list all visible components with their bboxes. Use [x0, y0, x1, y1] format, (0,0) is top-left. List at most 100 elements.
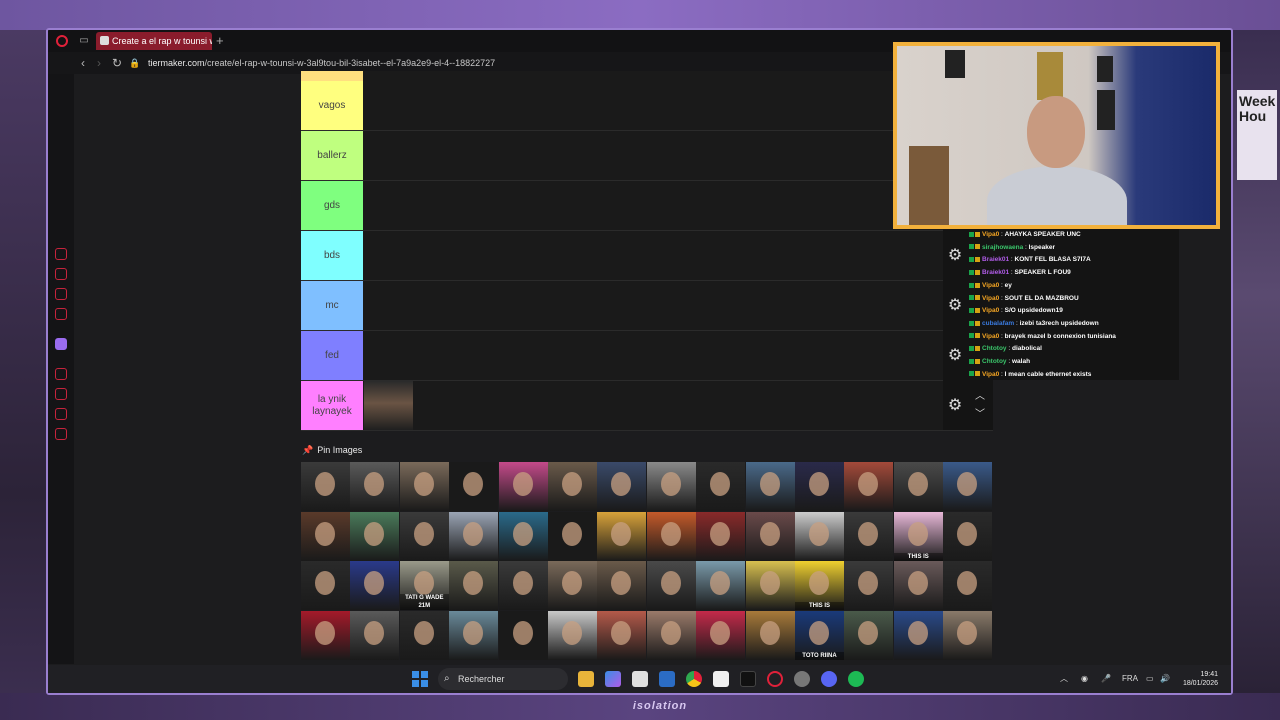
tier-label[interactable]: vagos: [301, 81, 363, 130]
tray-display-icon[interactable]: ▭: [1146, 673, 1154, 685]
copilot-icon[interactable]: [605, 671, 621, 687]
pin-image-thumbnail[interactable]: [301, 610, 350, 660]
pin-image-thumbnail[interactable]: [449, 610, 499, 660]
pin-image-thumbnail[interactable]: [597, 610, 647, 660]
pin-image-thumbnail[interactable]: [844, 610, 894, 660]
pin-image-thumbnail[interactable]: [646, 462, 696, 511]
pin-image-thumbnail[interactable]: [350, 610, 400, 660]
pin-image-thumbnail[interactable]: [745, 610, 795, 660]
chat-username[interactable]: Vipa0: [982, 282, 999, 289]
pin-image-thumbnail[interactable]: [893, 462, 943, 511]
chat-username[interactable]: Vipa0: [982, 231, 999, 238]
sidebar-crypto-icon[interactable]: [55, 268, 67, 280]
pin-image-thumbnail[interactable]: [646, 561, 696, 611]
pin-image-thumbnail[interactable]: [548, 561, 597, 611]
tier-label[interactable]: ballerz: [301, 131, 363, 180]
tab-overview-icon[interactable]: ▭: [78, 35, 90, 47]
pin-image-thumbnail[interactable]: [498, 561, 548, 611]
sidebar-twitch-icon[interactable]: [55, 338, 67, 350]
pin-image-thumbnail[interactable]: [301, 462, 350, 511]
pin-image-thumbnail[interactable]: [745, 511, 795, 561]
pin-image-thumbnail[interactable]: [597, 462, 647, 511]
outlook-icon[interactable]: [659, 671, 675, 687]
chat-username[interactable]: Chtotoy: [982, 345, 1007, 352]
tray-mic-icon[interactable]: 🎤: [1101, 673, 1111, 685]
tier-label[interactable]: la ynik laynayek: [301, 381, 363, 430]
sidebar-player-icon[interactable]: [55, 368, 67, 380]
pin-image-thumbnail[interactable]: [893, 610, 943, 660]
pin-image-thumbnail[interactable]: [795, 511, 844, 561]
pin-image-thumbnail[interactable]: [646, 610, 696, 660]
pin-image-thumbnail[interactable]: [301, 561, 350, 611]
chat-username[interactable]: Vipa0: [982, 307, 999, 314]
opera-gx-icon[interactable]: [767, 671, 783, 687]
discord-icon[interactable]: [821, 671, 837, 687]
pin-image-thumbnail[interactable]: [399, 511, 449, 561]
pin-image-thumbnail[interactable]: [548, 462, 597, 511]
tray-language[interactable]: FRA: [1122, 673, 1138, 685]
pin-image-thumbnail[interactable]: [646, 511, 696, 561]
pin-image-thumbnail[interactable]: [399, 462, 449, 511]
tray-network-icon[interactable]: ◉: [1081, 673, 1088, 685]
forward-button[interactable]: ›: [92, 55, 106, 71]
pin-image-thumbnail[interactable]: [696, 610, 746, 660]
sidebar-whatsapp-icon[interactable]: [55, 308, 67, 320]
chat-username[interactable]: Braiek01: [982, 256, 1009, 263]
pin-image-thumbnail[interactable]: [597, 561, 647, 611]
pin-image-thumbnail[interactable]: [301, 511, 350, 561]
tier-item-image[interactable]: [364, 381, 413, 430]
pin-image-thumbnail[interactable]: [943, 462, 993, 511]
file-explorer-icon[interactable]: [578, 671, 594, 687]
obs-icon[interactable]: [794, 671, 810, 687]
tier-label[interactable]: bds: [301, 231, 363, 280]
gear-icon[interactable]: ⚙: [947, 348, 963, 364]
pin-image-thumbnail[interactable]: [350, 511, 400, 561]
tray-chevron-up-icon[interactable]: ︿: [1060, 673, 1068, 685]
pin-image-thumbnail[interactable]: [399, 610, 449, 660]
pin-image-thumbnail[interactable]: [696, 561, 746, 611]
opera-logo-icon[interactable]: [56, 35, 68, 47]
new-tab-button[interactable]: +: [216, 33, 224, 49]
chat-username[interactable]: sirajhowaena: [982, 244, 1023, 251]
pin-image-thumbnail[interactable]: [350, 561, 400, 611]
url-field[interactable]: tiermaker.com/create/el-rap-w-tounsi-w-3…: [148, 56, 495, 70]
pin-image-thumbnail[interactable]: [844, 462, 894, 511]
chat-username[interactable]: cubalafam: [982, 320, 1014, 327]
capcut-icon[interactable]: [740, 671, 756, 687]
tab-tiermaker[interactable]: Create a el rap w tounsi w: [96, 32, 212, 50]
chrome-icon[interactable]: [686, 671, 702, 687]
chat-username[interactable]: Vipa0: [982, 333, 999, 340]
pin-image-thumbnail[interactable]: [449, 462, 499, 511]
chat-username[interactable]: Vipa0: [982, 295, 999, 302]
pin-image-thumbnail[interactable]: [943, 561, 993, 611]
pin-image-thumbnail[interactable]: [795, 462, 844, 511]
gear-icon[interactable]: ⚙: [947, 248, 963, 264]
sidebar-messenger-icon[interactable]: [55, 288, 67, 300]
tier-label[interactable]: gds: [301, 181, 363, 230]
chevron-down-icon[interactable]: ﹀: [975, 410, 985, 420]
windows-start-icon[interactable]: [412, 671, 428, 687]
pin-image-thumbnail[interactable]: [745, 561, 795, 611]
pin-image-thumbnail[interactable]: THIS IS: [795, 561, 844, 611]
sidebar-settings-icon[interactable]: [55, 428, 67, 440]
pin-image-thumbnail[interactable]: [844, 561, 894, 611]
pin-image-thumbnail[interactable]: [943, 511, 993, 561]
pin-image-thumbnail[interactable]: [498, 610, 548, 660]
pin-image-thumbnail[interactable]: [449, 511, 499, 561]
pin-image-thumbnail[interactable]: THIS IS: [893, 511, 943, 561]
spotify-icon[interactable]: [848, 671, 864, 687]
pin-image-thumbnail[interactable]: [893, 561, 943, 611]
pin-image-thumbnail[interactable]: [548, 610, 597, 660]
chat-username[interactable]: Braiek01: [982, 269, 1009, 276]
back-button[interactable]: ‹: [76, 55, 90, 71]
sidebar-history-icon[interactable]: [55, 388, 67, 400]
sidebar-aria-icon[interactable]: [55, 248, 67, 260]
pin-image-thumbnail[interactable]: [696, 462, 746, 511]
sidebar-pinboard-icon[interactable]: [55, 408, 67, 420]
taskbar-clock[interactable]: 19:41 18/01/2026: [1168, 670, 1218, 688]
pin-image-thumbnail[interactable]: TOTO RIINA: [795, 610, 844, 660]
pin-image-thumbnail[interactable]: [449, 561, 499, 611]
pin-image-thumbnail[interactable]: [943, 610, 993, 660]
pin-image-thumbnail[interactable]: TATI G WADE 21M: [399, 561, 449, 611]
pin-image-thumbnail[interactable]: [745, 462, 795, 511]
